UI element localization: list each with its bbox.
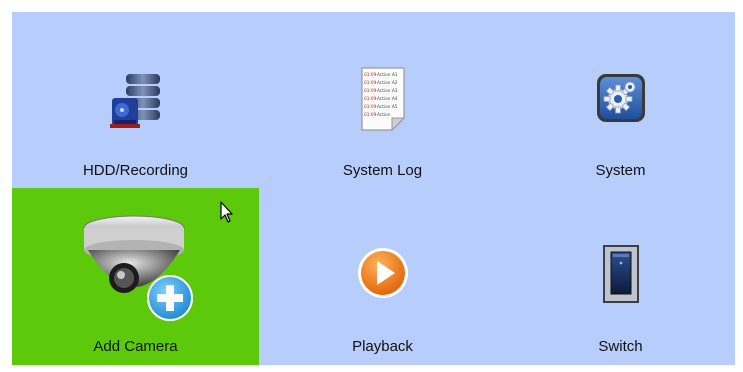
- log-line-text: Action A4: [377, 96, 398, 102]
- power-switch-icon: [602, 245, 639, 303]
- play-button-icon: [357, 247, 409, 299]
- log-line-text: Action A1: [377, 72, 398, 78]
- log-line-time: 01:09: [364, 72, 377, 78]
- log-line-text: Action A3: [377, 88, 398, 94]
- log-line-time: 01:09: [364, 88, 377, 94]
- menu-tile-hdd-recording[interactable]: HDD/Recording: [12, 12, 259, 189]
- menu-tile-playback[interactable]: Playback: [259, 188, 506, 365]
- mouse-pointer-icon: [220, 201, 234, 223]
- menu-tile-system[interactable]: System: [506, 12, 735, 189]
- log-line-text: Action A2: [377, 80, 398, 86]
- menu-tile-label: Playback: [352, 338, 413, 355]
- system-settings-gear-icon: [596, 73, 646, 123]
- log-line-time: 01:09: [364, 104, 377, 110]
- log-line-time: 01:09: [364, 96, 377, 102]
- log-line-time: 01:09: [364, 80, 377, 86]
- menu-tile-switch[interactable]: Switch: [506, 188, 735, 365]
- dome-camera-add-icon: [78, 214, 194, 322]
- hdd-database-icon: [106, 70, 166, 130]
- menu-tile-system-log[interactable]: 01:09 Action A1 01:09 Action A2 01:09 Ac…: [259, 12, 506, 189]
- main-menu-panel: HDD/Recording 01:09 Action A1 01:09 Acti…: [12, 12, 735, 365]
- system-log-document-icon: 01:09 Action A1 01:09 Action A2 01:09 Ac…: [359, 66, 407, 132]
- menu-tile-label: Add Camera: [93, 338, 178, 355]
- menu-tile-label: System Log: [342, 162, 423, 179]
- menu-tile-label: HDD/Recording: [82, 162, 189, 179]
- log-line-text: Action: [377, 112, 391, 118]
- log-line-time: 01:09: [364, 112, 377, 118]
- log-line-text: Action A5: [377, 104, 398, 110]
- menu-tile-label: System: [595, 162, 646, 179]
- menu-tile-label: Switch: [598, 338, 643, 355]
